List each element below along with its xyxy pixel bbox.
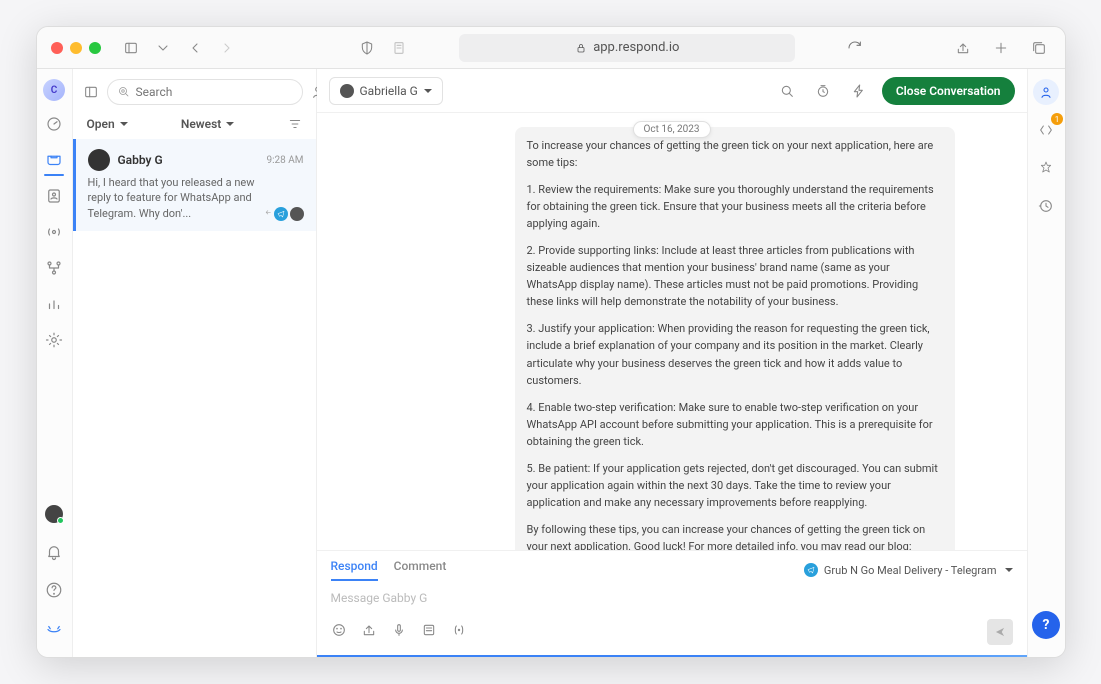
conversation-item[interactable]: Gabby G 9:28 AM Hi, I heard that you rel…: [73, 139, 316, 231]
logo-icon: [41, 615, 67, 641]
contact-avatar: [88, 149, 110, 171]
search-conversation-icon[interactable]: [774, 78, 800, 104]
search-input[interactable]: [107, 79, 303, 105]
snippet-icon[interactable]: [421, 622, 437, 642]
shield-icon[interactable]: [355, 36, 379, 60]
chat-panel: Gabriella G Close Conversation Oct 16, 2…: [317, 69, 1027, 657]
close-conversation-button[interactable]: Close Conversation: [882, 77, 1015, 105]
window-max-dot[interactable]: [89, 42, 101, 54]
telegram-icon: [804, 563, 818, 577]
tabs-icon[interactable]: [1027, 36, 1051, 60]
window-min-dot[interactable]: [70, 42, 82, 54]
app-window: app.respond.io C: [36, 26, 1066, 658]
contact-profile-icon[interactable]: [1033, 79, 1059, 105]
snooze-icon[interactable]: [810, 78, 836, 104]
filter-icon[interactable]: [288, 117, 302, 131]
chevron-down-icon[interactable]: [151, 36, 175, 60]
browser-toolbar: app.respond.io: [37, 27, 1065, 69]
search-icon: [118, 86, 130, 98]
date-separator: Oct 16, 2023: [632, 121, 710, 138]
broadcast-icon[interactable]: [41, 219, 67, 245]
emoji-icon[interactable]: [331, 622, 347, 642]
reports-icon[interactable]: [41, 291, 67, 317]
left-nav-rail: C: [37, 69, 73, 657]
notifications-icon[interactable]: [41, 539, 67, 565]
message-preview: Hi, I heard that you released a new repl…: [88, 175, 258, 221]
tab-comment[interactable]: Comment: [394, 559, 447, 581]
assignee-name: Gabriella G: [360, 84, 418, 98]
history-icon[interactable]: [1033, 193, 1059, 219]
url-text: app.respond.io: [593, 40, 679, 55]
outgoing-message: To increase your chances of getting the …: [515, 127, 955, 550]
message-composer: Respond Comment Grub N Go Meal Delivery …: [317, 550, 1027, 655]
send-button[interactable]: [987, 619, 1013, 645]
assignee-selector[interactable]: Gabriella G: [329, 77, 443, 105]
activity-icon[interactable]: 1: [1033, 117, 1059, 143]
settings-icon[interactable]: [41, 327, 67, 353]
nav-back-icon[interactable]: [183, 36, 207, 60]
channels-icon[interactable]: [1033, 155, 1059, 181]
message-input[interactable]: [331, 581, 1013, 615]
contacts-icon[interactable]: [41, 183, 67, 209]
user-avatar[interactable]: [41, 501, 67, 527]
automation-icon[interactable]: [846, 78, 872, 104]
tab-respond[interactable]: Respond: [331, 559, 378, 581]
channel-selector[interactable]: Grub N Go Meal Delivery - Telegram: [804, 563, 1013, 577]
url-bar[interactable]: app.respond.io: [459, 34, 795, 62]
right-rail: 1 ?: [1027, 69, 1065, 657]
help-button[interactable]: ?: [1032, 611, 1060, 639]
message-time: 9:28 AM: [266, 155, 303, 166]
filter-newest[interactable]: Newest: [181, 117, 234, 131]
sidebar-toggle-icon[interactable]: [119, 36, 143, 60]
assignee-mini-avatar: [290, 207, 304, 221]
workspace-avatar[interactable]: C: [43, 79, 65, 101]
progress-bar: [317, 655, 1027, 657]
variable-icon[interactable]: [451, 622, 467, 642]
inbox-icon[interactable]: [41, 147, 67, 173]
refresh-icon[interactable]: [843, 36, 867, 60]
new-tab-icon[interactable]: [989, 36, 1013, 60]
notification-badge: 1: [1051, 113, 1063, 125]
panel-toggle-icon[interactable]: [83, 81, 99, 103]
contact-name: Gabby G: [118, 153, 259, 167]
reply-arrow-icon: [262, 209, 272, 219]
assignee-avatar: [340, 84, 354, 98]
help-icon[interactable]: [41, 577, 67, 603]
channel-telegram-icon: [274, 207, 288, 221]
reader-icon[interactable]: [387, 36, 411, 60]
window-close-dot[interactable]: [51, 42, 63, 54]
inbox-panel: Open Newest Gabby G 9:28 AM Hi, I heard …: [73, 69, 317, 657]
dashboard-icon[interactable]: [41, 111, 67, 137]
nav-forward-icon[interactable]: [215, 36, 239, 60]
attach-icon[interactable]: [361, 622, 377, 642]
workflow-icon[interactable]: [41, 255, 67, 281]
share-icon[interactable]: [951, 36, 975, 60]
filter-open[interactable]: Open: [87, 117, 128, 131]
voice-icon[interactable]: [391, 622, 407, 642]
